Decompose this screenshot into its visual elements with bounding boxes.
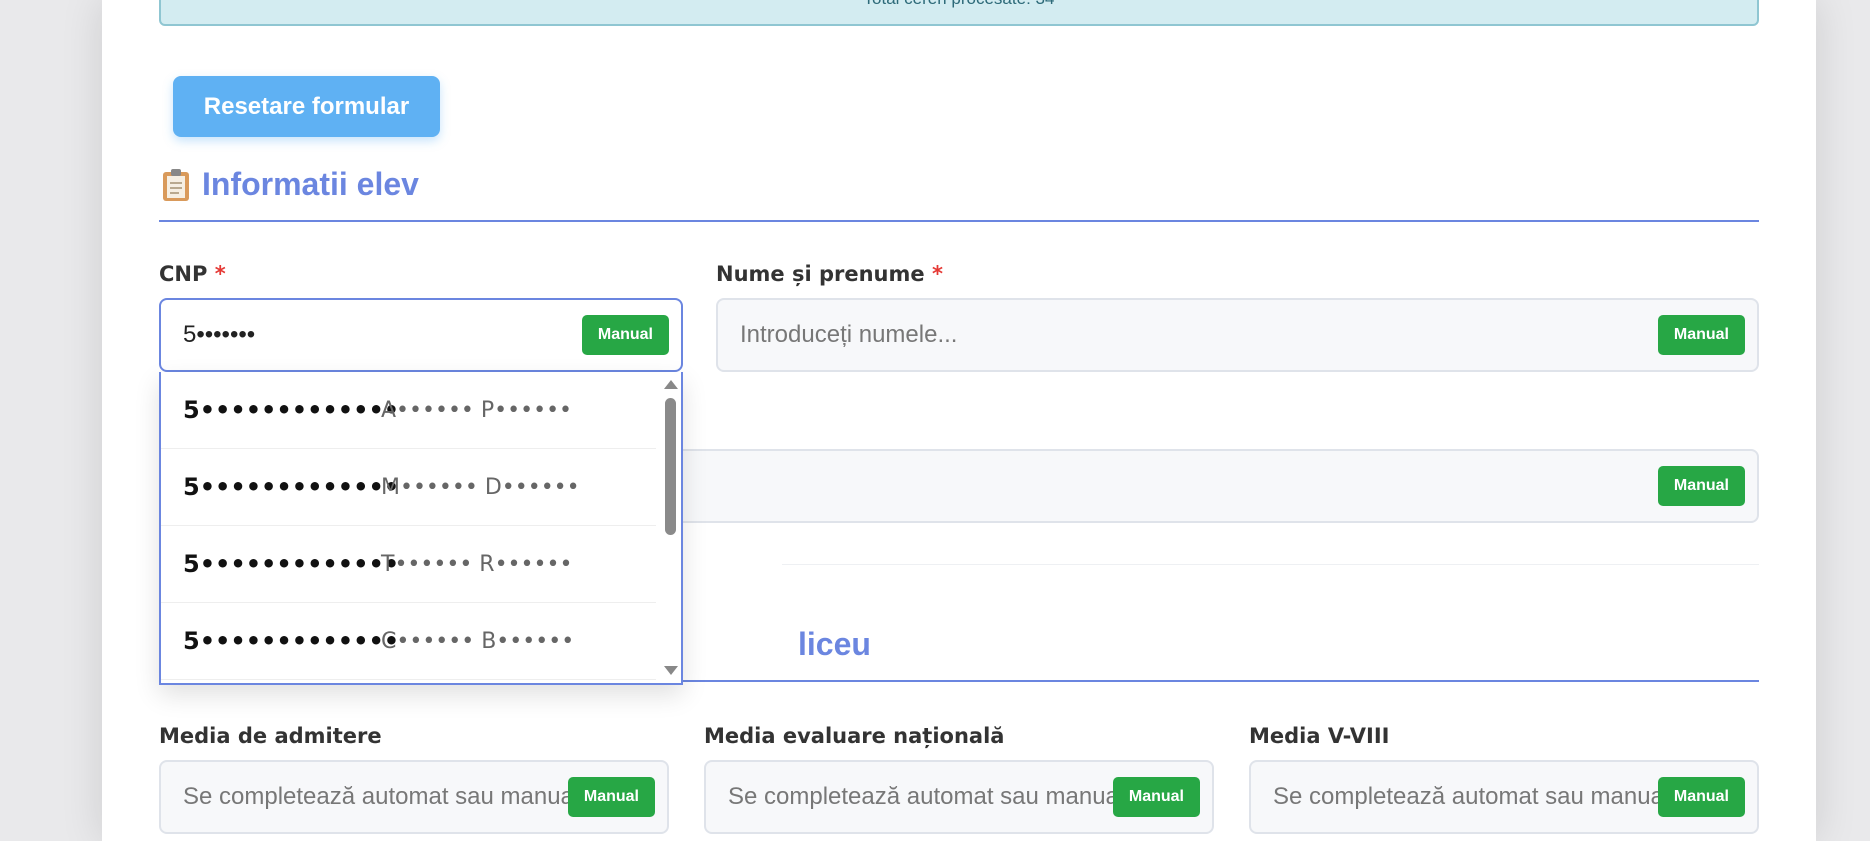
name-input[interactable] — [740, 300, 1468, 370]
item-cnp: 5••••••••••••• — [183, 550, 400, 578]
cnp-manual-button[interactable]: Manual — [581, 315, 669, 355]
item-name: T•••••• R•••••• — [381, 551, 573, 577]
cnp-input[interactable] — [183, 300, 547, 370]
item-name: A•••••• P•••••• — [381, 397, 573, 423]
list-item[interactable]: 5••••••••••••• M•••••• D•••••• — [161, 449, 656, 526]
name-field: Manual — [716, 298, 1759, 372]
item-cnp: 5••••••••••••• — [183, 627, 400, 655]
admission-grade-input[interactable] — [183, 762, 573, 832]
national-eval-input[interactable] — [728, 762, 1118, 832]
admission-grade-field: Manual — [159, 760, 669, 834]
cnp-autocomplete-dropdown: 5••••••••••••• A•••••• P•••••• 5••••••••… — [159, 372, 683, 685]
scroll-down-arrow-icon[interactable] — [664, 666, 678, 675]
scroll-thumb[interactable] — [665, 398, 676, 535]
cnp-label-text: CNP — [159, 262, 208, 286]
required-mark: * — [214, 262, 226, 286]
admission-manual-button[interactable]: Manual — [567, 777, 655, 817]
cnp-label: CNP * — [159, 262, 226, 286]
second-row-manual-button[interactable]: Manual — [1657, 466, 1745, 506]
name-label: Nume și prenume * — [716, 262, 943, 286]
clipboard-icon — [162, 168, 190, 202]
scroll-up-arrow-icon[interactable] — [664, 380, 678, 389]
item-cnp: 5••••••••••••• — [183, 396, 400, 424]
section-title-student-text: Informatii elev — [202, 166, 419, 202]
section-title-highschool: liceu — [798, 626, 871, 662]
item-cnp: 5••••••••••••• — [183, 473, 400, 501]
cnp-field: Manual — [159, 298, 683, 372]
required-mark: * — [931, 262, 943, 286]
list-item[interactable]: 5••••••••••••• C•••••• B•••••• — [161, 603, 656, 680]
national-eval-field: Manual — [704, 760, 1214, 834]
name-manual-button[interactable]: Manual — [1657, 315, 1745, 355]
reset-form-button[interactable]: Resetare formular — [173, 76, 440, 137]
info-banner: Total cereri procesate: 34 — [159, 0, 1759, 26]
admission-grade-label: Media de admitere — [159, 724, 382, 748]
section-title-student: Informatii elev — [162, 166, 419, 203]
v-viii-input[interactable] — [1273, 762, 1663, 832]
v-viii-label: Media V-VIII — [1249, 724, 1390, 748]
list-item[interactable]: 5••••••••••••• A•••••• P•••••• — [161, 372, 656, 449]
name-label-text: Nume și prenume — [716, 262, 925, 286]
banner-text: Total cereri procesate: 34 — [864, 0, 1055, 8]
form-page: Total cereri procesate: 34 Resetare form… — [102, 0, 1816, 841]
item-name: C•••••• B•••••• — [381, 628, 575, 654]
v-viii-field: Manual — [1249, 760, 1759, 834]
divider — [782, 564, 1759, 565]
dropdown-scrollbar[interactable] — [661, 372, 679, 683]
national-eval-label: Media evaluare națională — [704, 724, 1005, 748]
item-name: M•••••• D•••••• — [381, 474, 580, 500]
list-item[interactable]: 5••••••••••••• T•••••• R•••••• — [161, 526, 656, 603]
national-eval-manual-button[interactable]: Manual — [1112, 777, 1200, 817]
v-viii-manual-button[interactable]: Manual — [1657, 777, 1745, 817]
section-divider — [159, 220, 1759, 222]
